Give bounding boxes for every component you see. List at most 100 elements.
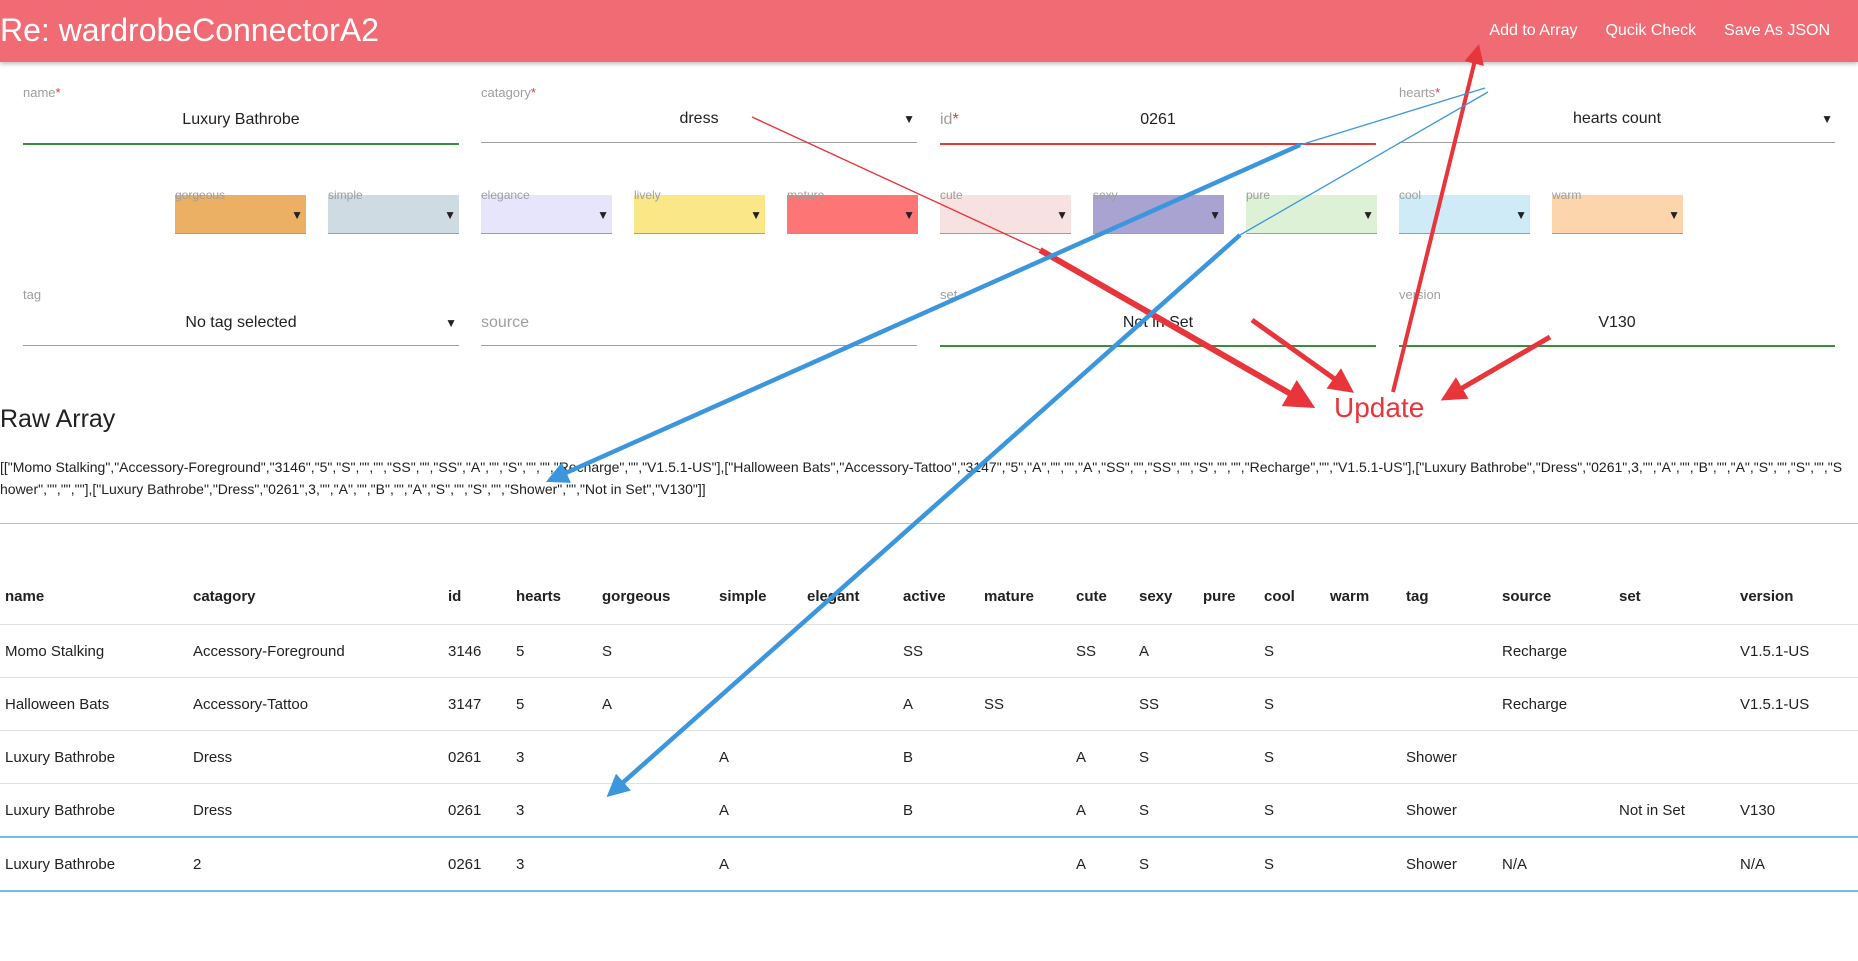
cool-select[interactable]: cool ▼ [1399,188,1530,234]
table-row[interactable]: Luxury Bathrobe 2 0261 3 A A S S Shower N/A N/A [0,836,1858,892]
table-cell: 3 [511,730,597,784]
version-underline [1399,345,1835,347]
table-header-row: name catagory id hearts gorgeous simple … [0,568,1858,625]
pure-label: pure [1246,188,1271,202]
hearts-select[interactable]: hearts* hearts count ▼ [1399,85,1835,143]
mature-select[interactable]: mature ▼ [787,188,918,234]
table-cell [979,624,1071,678]
table-cell: S [597,624,714,678]
table-cell [1614,624,1735,678]
version-input[interactable]: V130 [1399,314,1835,332]
table-cell [1614,677,1735,731]
chevron-down-icon: ▼ [1056,208,1068,222]
table-cell: S [1259,624,1325,678]
update-annotation-label: Update [1334,392,1425,423]
table-cell: A [1134,624,1198,678]
column-header: sexy [1139,587,1173,605]
id-field[interactable]: id* 0261 [940,85,1376,145]
set-field[interactable]: set Not in Set [940,287,1376,347]
table-body: Momo Stalking Accessory-Foreground 3146 5 S S… [0,624,1858,892]
table-cell: A [1071,730,1134,784]
table-cell: Recharge [1497,677,1614,731]
hearts-dropdown-icon[interactable]: ▼ [1821,112,1833,126]
sexy-select[interactable]: sexy ▼ [1093,188,1224,234]
table-cell [1325,836,1401,892]
column-header: id [448,587,462,605]
name-label: name [23,85,56,100]
table-cell: 2 [188,836,443,892]
table-cell: 3 [511,836,597,892]
column-header: name [5,587,45,605]
table-row[interactable]: Luxury Bathrobe Dress 0261 3 A B A S S Shower Not … [0,783,1858,837]
cute-select[interactable]: cute ▼ [940,188,1071,234]
id-input[interactable]: 0261 [940,111,1376,129]
chevron-down-icon: ▼ [1515,208,1527,222]
table-cell [1325,783,1401,837]
table-cell: Accessory-Foreground [188,624,443,678]
table-cell [898,836,979,892]
table-cell: S [1134,730,1198,784]
table-cell [1198,783,1259,837]
source-field[interactable]: source [481,287,917,346]
table-cell [979,730,1071,784]
table-cell [1325,677,1401,731]
sexy-label: sexy [1093,188,1118,202]
table-cell: S [1259,730,1325,784]
table-cell [1198,677,1259,731]
version-field[interactable]: version V130 [1399,287,1835,347]
column-header: warm [1330,587,1370,605]
column-header: source [1502,587,1552,605]
table-cell [802,677,898,731]
column-header: gorgeous [602,587,671,605]
table-cell [1497,783,1614,837]
elegance-select[interactable]: elegance ▼ [481,188,612,234]
chevron-down-icon: ▼ [1362,208,1374,222]
name-field[interactable]: name* Luxury Bathrobe [23,85,459,145]
table-cell: S [1259,836,1325,892]
table-cell [979,783,1071,837]
tag-label: tag [23,287,42,302]
name-input[interactable]: Luxury Bathrobe [23,111,459,129]
table-cell: V1.5.1-US [1735,624,1858,678]
table-row[interactable]: Momo Stalking Accessory-Foreground 3146 5 S S… [0,624,1858,678]
pure-select[interactable]: pure ▼ [1246,188,1377,234]
tag-select[interactable]: tag No tag selected ▼ [23,287,459,346]
table-cell: S [1134,783,1198,837]
source-input[interactable]: source [481,314,917,332]
table-cell [802,730,898,784]
cool-label: cool [1399,188,1422,202]
table-row[interactable]: Luxury Bathrobe Dress 0261 3 A B A S S Shower [0,730,1858,784]
category-select[interactable]: catagory* dress ▼ [481,85,917,143]
tag-dropdown-icon[interactable]: ▼ [445,316,457,330]
column-header: elegant [807,587,860,605]
raw-array-text: [["Momo Stalking","Accessory-Foreground"… [0,459,1843,497]
set-input[interactable]: Not in Set [940,314,1376,332]
add-to-array-button[interactable]: Add to Array [1475,0,1591,62]
table-cell: Luxury Bathrobe [0,783,188,837]
lively-label: lively [634,188,661,202]
save-as-json-button[interactable]: Save As JSON [1710,0,1844,62]
table-cell: 5 [511,624,597,678]
simple-select[interactable]: simple ▼ [328,188,459,234]
table-cell [597,730,714,784]
chevron-down-icon: ▼ [597,208,609,222]
chevron-down-icon: ▼ [1668,208,1680,222]
table-row[interactable]: Halloween Bats Accessory-Tattoo 3147 5 A A SS S… [0,677,1858,731]
table-cell [979,836,1071,892]
table-cell: B [898,730,979,784]
quick-check-button[interactable]: Qucik Check [1591,0,1710,62]
table-cell: Recharge [1497,624,1614,678]
table-cell: A [1071,783,1134,837]
gorgeous-select[interactable]: gorgeous ▼ [175,188,306,234]
table-cell: SS [979,677,1071,731]
table-cell [802,624,898,678]
table-cell: A [714,730,802,784]
lively-select[interactable]: lively ▼ [634,188,765,234]
table-cell: A [714,836,802,892]
name-underline [23,143,459,145]
warm-select[interactable]: warm ▼ [1552,188,1683,234]
category-dropdown-icon[interactable]: ▼ [903,112,915,126]
table-cell: A [898,677,979,731]
table-cell [714,624,802,678]
table-cell: 3 [511,783,597,837]
